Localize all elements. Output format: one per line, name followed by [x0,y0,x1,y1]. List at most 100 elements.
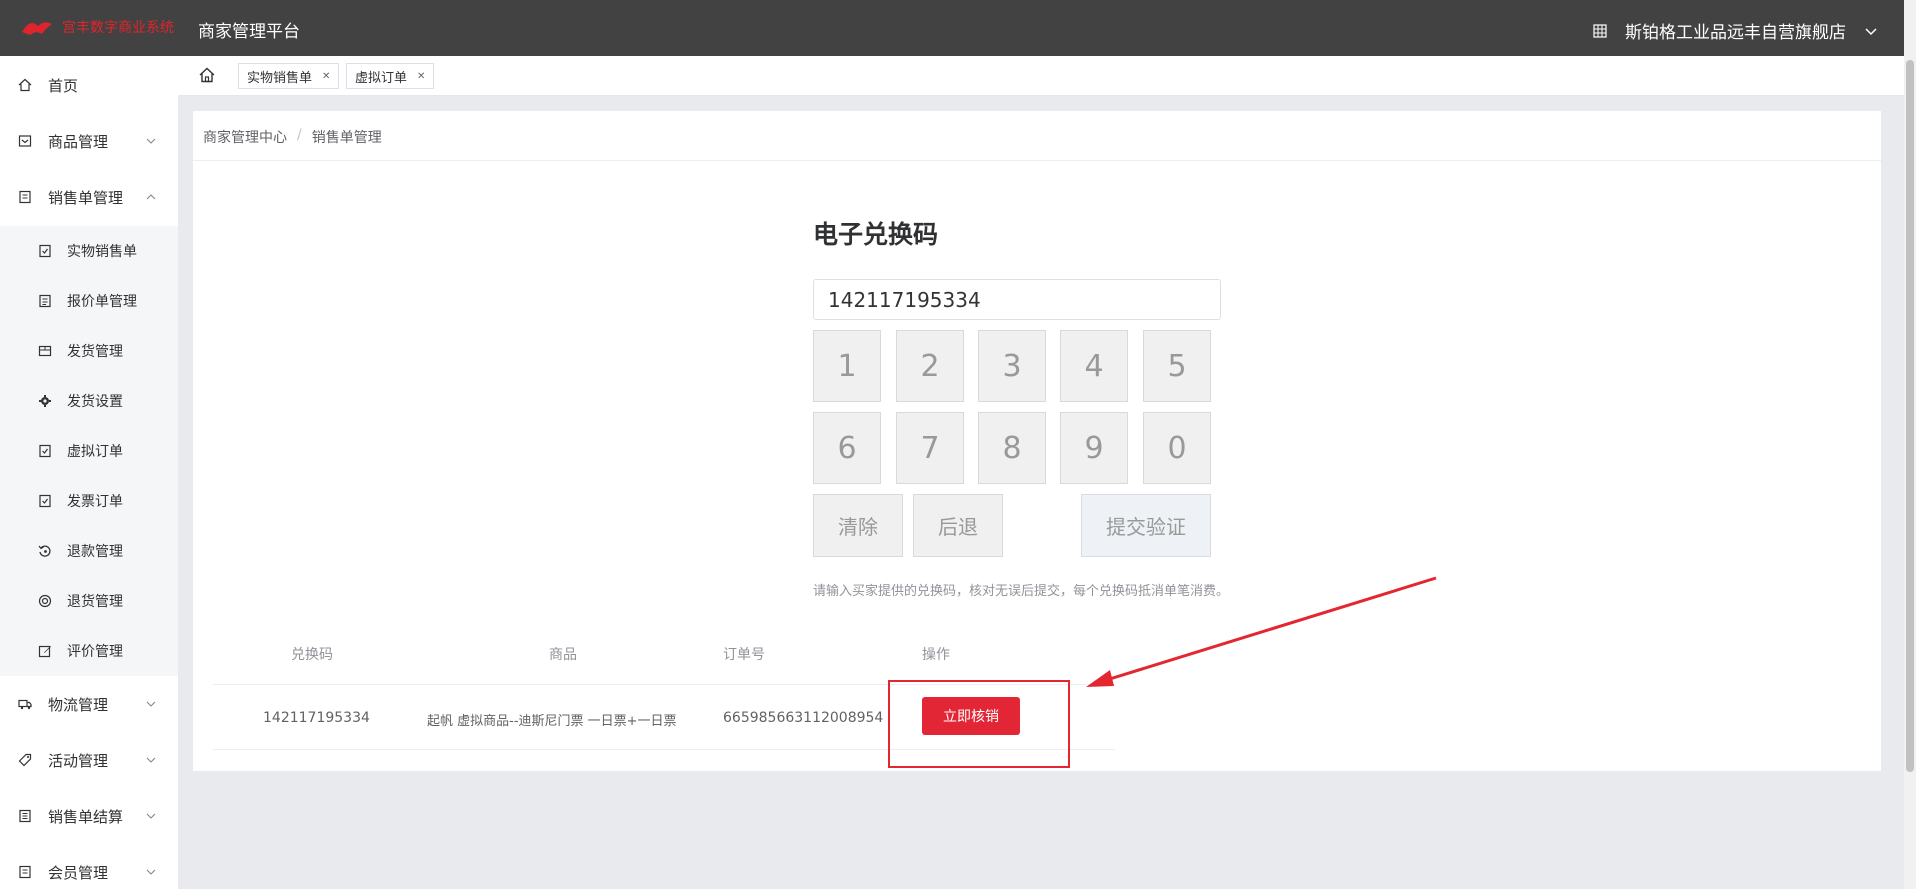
breadcrumb-item[interactable]: 商家管理中心 [203,127,287,147]
sidebar-item-label: 评价管理 [67,644,123,660]
sidebar-item-label: 商品管理 [48,132,109,151]
keypad-key-8[interactable]: 8 [978,412,1046,484]
clear-button[interactable]: 清除 [813,494,903,557]
sidebar-item-shipping-settings[interactable]: 发货设置 [0,376,178,426]
sidebar-item-label: 退货管理 [67,594,123,610]
member-icon [19,865,31,879]
chevron-down-icon [146,813,156,819]
keypad-key-6[interactable]: 6 [813,412,881,484]
brand-logo[interactable]: 宫丰数字商业系统 [20,13,174,41]
order-icon [19,190,31,204]
chevron-down-icon [146,869,156,875]
row-redeem-code: 142117195334 [263,710,370,726]
chevron-down-icon [146,701,156,707]
sidebar-item-label: 实物销售单 [67,244,137,260]
submit-verify-button[interactable]: 提交验证 [1081,494,1211,557]
sidebar-item-returns[interactable]: 退货管理 [0,576,178,626]
box-icon [38,345,52,357]
sidebar-item-sales-orders[interactable]: 销售单管理 [0,172,178,222]
sidebar: 首页 商品管理 销售单管理 实物销售单 报价单管理 发货管理 发货设置 虚拟订单 [0,56,178,889]
close-icon[interactable]: ✕ [417,71,425,82]
sidebar-item-home[interactable]: 首页 [0,60,178,110]
refund-icon [38,545,51,557]
tab-label: 实物销售单 [247,70,313,86]
tab-virtual-orders[interactable]: 虚拟订单 ✕ [346,63,435,89]
sidebar-item-activities[interactable]: 活动管理 [0,735,178,785]
backspace-button[interactable]: 后退 [913,494,1003,557]
grid-menu-icon[interactable] [1593,23,1607,38]
doc-icon [39,294,51,308]
redeem-code-input[interactable] [813,279,1221,320]
sidebar-item-goods[interactable]: 商品管理 [0,116,178,166]
close-icon[interactable]: ✕ [322,71,330,82]
doc-check-icon [39,494,51,508]
tabs-bar: 实物销售单 ✕ 虚拟订单 ✕ [178,56,1904,96]
truck-icon [18,699,32,710]
sidebar-item-settlement[interactable]: 销售单结算 [0,791,178,841]
gear-icon [39,395,51,407]
keypad-key-4[interactable]: 4 [1060,330,1128,402]
divider [193,160,1881,161]
keypad-key-5[interactable]: 5 [1143,330,1211,402]
keypad-key-7[interactable]: 7 [896,412,964,484]
row-order-no: 665985663112008954 [723,710,884,726]
keypad-key-2[interactable]: 2 [896,330,964,402]
doc-check-icon [39,444,51,458]
store-switcher[interactable]: 斯铂格工业品远丰自营旗舰店 [1593,18,1878,43]
sidebar-item-label: 首页 [48,76,79,95]
logo-text: 宫丰数字商业系统 [62,20,174,36]
sidebar-item-label: 销售单管理 [48,188,124,207]
sidebar-item-label: 会员管理 [48,863,109,882]
sidebar-item-label: 退款管理 [67,544,123,560]
row-product: 起帆 虚拟商品--迪斯尼门票 一日票+一日票 [427,714,677,729]
sidebar-item-label: 销售单结算 [48,807,124,826]
column-header-code: 兑换码 [291,647,333,663]
tab-physical-orders[interactable]: 实物销售单 ✕ [238,63,340,89]
home-tab-icon[interactable] [198,66,216,84]
home-icon [18,78,32,92]
scrollbar-thumb[interactable] [1906,60,1914,772]
chevron-down-icon [146,138,156,144]
sidebar-item-shipping[interactable]: 发货管理 [0,326,178,376]
settle-icon [19,809,31,823]
redeem-hint-text: 请输入买家提供的兑换码，核对无误后提交，每个兑换码抵消单笔消费。 [813,584,1230,599]
sidebar-item-physical-orders[interactable]: 实物销售单 [0,226,178,276]
sidebar-item-label: 发货设置 [67,394,123,410]
annotation-highlight-box [888,680,1070,768]
sidebar-item-label: 虚拟订单 [67,444,123,460]
goods-icon [18,135,32,147]
sidebar-item-quotations[interactable]: 报价单管理 [0,276,178,326]
logo-mark-icon [20,16,54,38]
doc-check-icon [39,244,51,258]
keypad-key-1[interactable]: 1 [813,330,881,402]
sidebar-item-label: 报价单管理 [67,294,137,310]
chevron-down-icon [146,757,156,763]
page-scrollbar[interactable] [1904,0,1916,889]
store-name[interactable]: 斯铂格工业品远丰自营旗舰店 [1625,18,1846,43]
sidebar-item-members[interactable]: 会员管理 [0,847,178,889]
sidebar-item-label: 发货管理 [67,344,123,360]
column-header-product: 商品 [549,647,577,663]
tab-label: 虚拟订单 [355,70,408,86]
column-header-order-no: 订单号 [723,647,765,663]
sidebar-item-refunds[interactable]: 退款管理 [0,526,178,576]
return-icon [38,594,52,608]
chevron-up-icon [146,194,156,200]
page-title: 电子兑换码 [813,220,939,249]
sidebar-item-label: 活动管理 [48,751,109,770]
keypad-key-3[interactable]: 3 [978,330,1046,402]
sidebar-item-invoice-orders[interactable]: 发票订单 [0,476,178,526]
chevron-down-icon[interactable] [1864,24,1878,38]
breadcrumb: 商家管理中心 / 销售单管理 [203,127,382,147]
sidebar-item-label: 发票订单 [67,494,123,510]
top-header: 宫丰数字商业系统 商家管理平台 斯铂格工业品远丰自营旗舰店 [0,0,1916,56]
main-panel: 商家管理中心 / 销售单管理 电子兑换码 1 2 3 4 5 6 7 8 9 0… [193,111,1881,771]
sidebar-item-virtual-orders[interactable]: 虚拟订单 [0,426,178,476]
keypad-key-9[interactable]: 9 [1060,412,1128,484]
keypad-key-0[interactable]: 0 [1143,412,1211,484]
sidebar-item-reviews[interactable]: 评价管理 [0,626,178,676]
sidebar-item-logistics[interactable]: 物流管理 [0,679,178,729]
tag-icon [18,753,32,767]
platform-title: 商家管理平台 [198,22,300,42]
sales-orders-submenu: 实物销售单 报价单管理 发货管理 发货设置 虚拟订单 发票订单 退款管理 退货管… [0,226,178,676]
